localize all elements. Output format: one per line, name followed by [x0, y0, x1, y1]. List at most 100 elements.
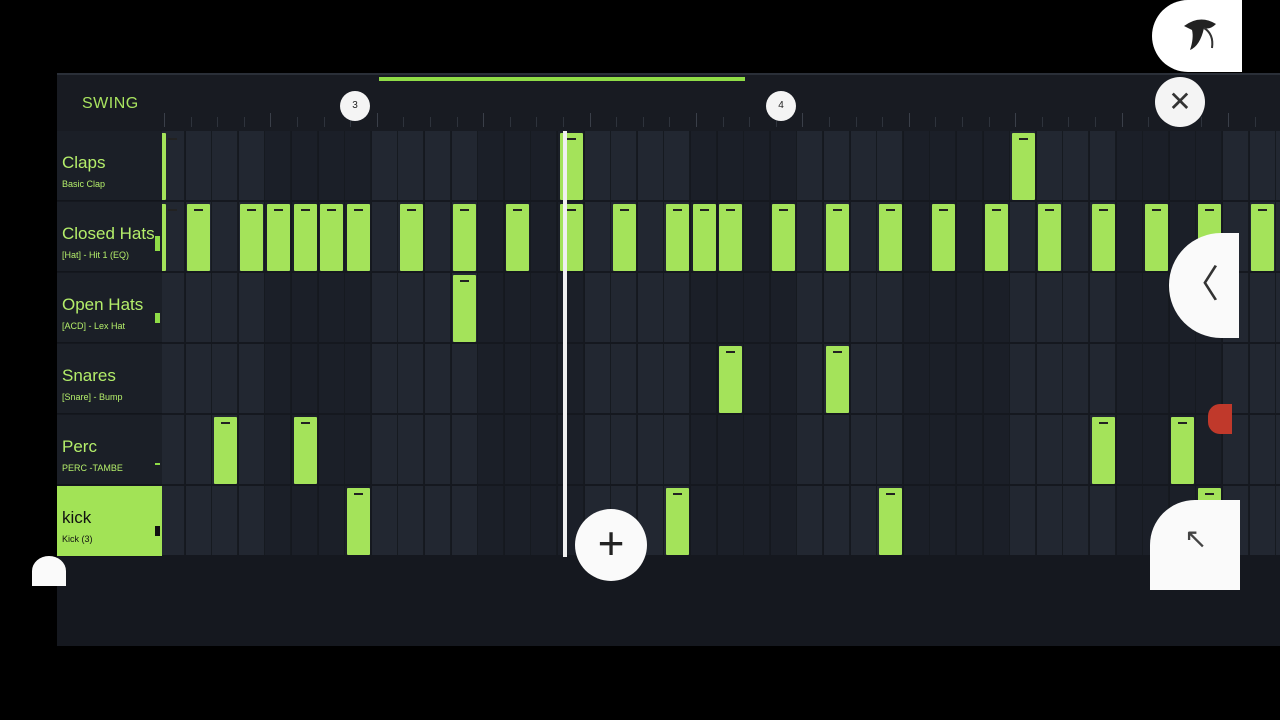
- step-cell[interactable]: [691, 344, 717, 413]
- step-note[interactable]: [1038, 204, 1062, 271]
- step-cell[interactable]: [584, 415, 611, 484]
- step-note[interactable]: [692, 204, 716, 271]
- step-cell[interactable]: [770, 344, 797, 413]
- fl-fruit-logo-icon[interactable]: [1152, 0, 1242, 72]
- step-cell[interactable]: [824, 486, 850, 555]
- step-cell[interactable]: [637, 344, 664, 413]
- step-cell[interactable]: [877, 273, 904, 342]
- step-note[interactable]: [985, 204, 1009, 271]
- step-cell[interactable]: [930, 131, 957, 200]
- step-cell[interactable]: [451, 486, 478, 555]
- step-note[interactable]: [213, 417, 237, 484]
- step-cell[interactable]: [637, 415, 664, 484]
- step-cell[interactable]: [903, 202, 930, 271]
- step-cell[interactable]: [1063, 273, 1090, 342]
- channel-open-hats[interactable]: Open Hats [ACD] - Lex Hat: [57, 273, 162, 343]
- step-cell[interactable]: [398, 486, 425, 555]
- step-cell[interactable]: [531, 273, 558, 342]
- step-cell[interactable]: [744, 344, 771, 413]
- step-cell[interactable]: [1090, 131, 1116, 200]
- step-cell[interactable]: [1010, 415, 1037, 484]
- step-cell[interactable]: [983, 273, 1010, 342]
- step-cell[interactable]: [1116, 486, 1143, 555]
- channel-snares[interactable]: Snares [Snare] - Bump: [57, 344, 162, 414]
- step-cell[interactable]: [531, 486, 558, 555]
- step-cell[interactable]: [903, 273, 930, 342]
- step-cell[interactable]: [877, 415, 904, 484]
- step-cell[interactable]: [531, 415, 558, 484]
- step-cell[interactable]: [1010, 202, 1037, 271]
- step-cell[interactable]: [584, 202, 611, 271]
- step-cell[interactable]: [903, 344, 930, 413]
- channel-claps[interactable]: Claps Basic Clap: [57, 131, 162, 201]
- step-cell[interactable]: [770, 486, 797, 555]
- step-cell[interactable]: [531, 131, 558, 200]
- step-cell[interactable]: [1090, 273, 1116, 342]
- step-note[interactable]: [162, 204, 177, 271]
- step-cell[interactable]: [398, 131, 425, 200]
- step-cell[interactable]: [691, 486, 717, 555]
- side-handle[interactable]: [32, 556, 66, 586]
- step-cell[interactable]: [478, 273, 505, 342]
- step-cell[interactable]: [824, 273, 850, 342]
- step-cell[interactable]: [744, 273, 771, 342]
- step-cell[interactable]: [611, 415, 638, 484]
- step-cell[interactable]: [398, 344, 425, 413]
- step-cell[interactable]: [664, 273, 691, 342]
- step-cell[interactable]: [531, 344, 558, 413]
- step-cell[interactable]: [717, 131, 744, 200]
- step-cell[interactable]: [345, 415, 372, 484]
- step-note[interactable]: [187, 204, 211, 271]
- step-cell[interactable]: [371, 202, 398, 271]
- step-cell[interactable]: [1036, 273, 1063, 342]
- step-note[interactable]: [1251, 204, 1275, 271]
- step-cell[interactable]: [318, 415, 345, 484]
- step-cell[interactable]: [451, 344, 478, 413]
- step-cell[interactable]: [1143, 344, 1170, 413]
- step-cell[interactable]: [957, 415, 983, 484]
- step-note[interactable]: [772, 204, 796, 271]
- step-cell[interactable]: [1196, 131, 1223, 200]
- step-cell[interactable]: [504, 486, 531, 555]
- step-cell[interactable]: [1116, 273, 1143, 342]
- timeline-ruler[interactable]: [162, 105, 1280, 127]
- step-cell[interactable]: [1116, 131, 1143, 200]
- step-cell[interactable]: [637, 131, 664, 200]
- step-cell[interactable]: [637, 273, 664, 342]
- step-cell[interactable]: [850, 131, 877, 200]
- step-cell[interactable]: [797, 273, 824, 342]
- step-cell[interactable]: [664, 415, 691, 484]
- step-cell[interactable]: [212, 131, 239, 200]
- step-note[interactable]: [240, 204, 264, 271]
- close-icon[interactable]: ✕: [1155, 77, 1205, 127]
- step-cell[interactable]: [162, 273, 185, 342]
- step-cell[interactable]: [877, 344, 904, 413]
- step-cell[interactable]: [1116, 202, 1143, 271]
- step-cell[interactable]: [744, 415, 771, 484]
- step-cell[interactable]: [797, 415, 824, 484]
- step-cell[interactable]: [903, 486, 930, 555]
- step-cell[interactable]: [292, 344, 318, 413]
- step-cell[interactable]: [1010, 273, 1037, 342]
- step-cell[interactable]: [717, 273, 744, 342]
- step-cell[interactable]: [292, 131, 318, 200]
- step-cell[interactable]: [1249, 131, 1276, 200]
- step-cell[interactable]: [584, 273, 611, 342]
- step-cell[interactable]: [238, 131, 265, 200]
- step-cell[interactable]: [1169, 131, 1196, 200]
- step-note[interactable]: [453, 275, 477, 342]
- arrow-up-left-icon[interactable]: ↖: [1150, 500, 1240, 590]
- step-cell[interactable]: [318, 131, 345, 200]
- step-cell[interactable]: [1276, 202, 1280, 271]
- step-note[interactable]: [825, 204, 849, 271]
- step-note[interactable]: [293, 204, 317, 271]
- step-cell[interactable]: [371, 486, 398, 555]
- step-cell[interactable]: [1116, 344, 1143, 413]
- step-cell[interactable]: [797, 202, 824, 271]
- step-note[interactable]: [266, 204, 290, 271]
- step-note[interactable]: [346, 488, 370, 555]
- step-cell[interactable]: [478, 131, 505, 200]
- step-cell[interactable]: [451, 131, 478, 200]
- step-cell[interactable]: [770, 273, 797, 342]
- step-cell[interactable]: [398, 273, 425, 342]
